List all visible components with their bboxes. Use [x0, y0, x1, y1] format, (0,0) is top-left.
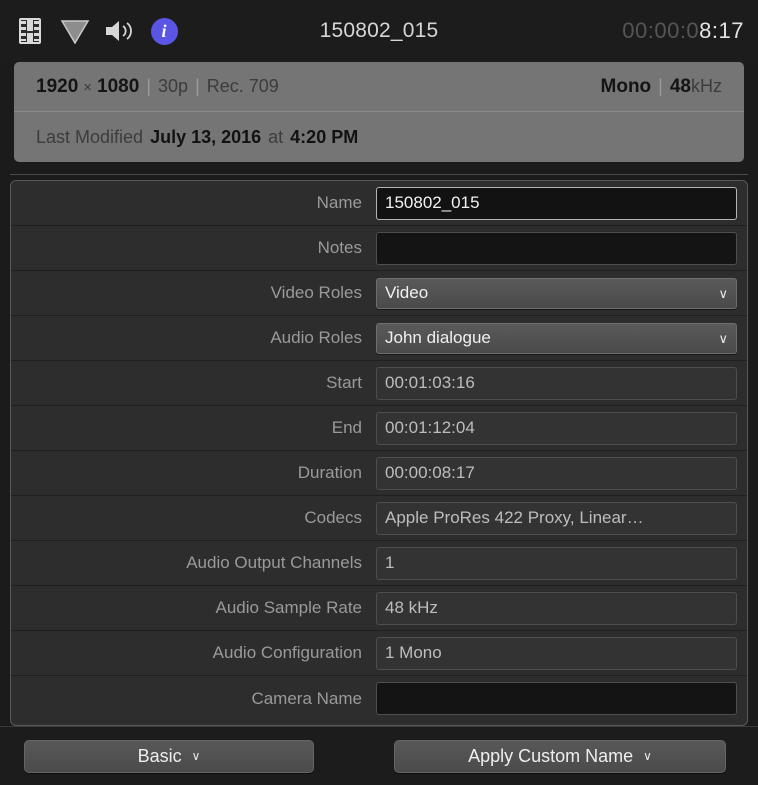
property-value-cell: 48 kHz	[376, 592, 747, 625]
property-row: Start 00:01:03:16	[11, 361, 747, 406]
color-space: Rec. 709	[207, 76, 279, 97]
property-value-cell: Video ∨	[376, 278, 747, 309]
property-row: Codecs Apple ProRes 422 Proxy, Linear…	[11, 496, 747, 541]
property-text-field[interactable]: 00:01:03:16	[376, 367, 737, 400]
audio-channel-config: Mono	[601, 76, 652, 98]
chevron-down-icon: ∨	[643, 749, 652, 763]
property-label: Video Roles	[11, 283, 376, 303]
property-row: Audio Sample Rate 48 kHz	[11, 586, 747, 631]
chevron-down-icon: ∨	[192, 749, 201, 763]
summary-modified-row: Last Modified July 13, 2016 at 4:20 PM	[14, 112, 744, 162]
property-label: Audio Roles	[11, 328, 376, 348]
chevron-down-icon: ∨	[712, 332, 728, 345]
property-row: Audio Output Channels 1	[11, 541, 747, 586]
property-row: Audio Roles John dialogue ∨	[11, 316, 747, 361]
modified-at-label: at	[268, 127, 283, 148]
property-label: End	[11, 418, 376, 438]
property-text-field[interactable]: 48 kHz	[376, 592, 737, 625]
property-text-field[interactable]: Apple ProRes 422 Proxy, Linear…	[376, 502, 737, 535]
sample-rate-number: 48	[670, 76, 691, 98]
summary-format-row: 1920 × 1080 | 30p | Rec. 709 Mono | 48 k…	[14, 62, 744, 112]
property-value: 150802_015	[385, 193, 480, 213]
clip-summary-panel: 1920 × 1080 | 30p | Rec. 709 Mono | 48 k…	[14, 62, 744, 162]
apply-custom-name-label: Apply Custom Name	[468, 746, 633, 767]
property-label: Duration	[11, 463, 376, 483]
property-value: 1 Mono	[385, 643, 442, 663]
film-strip-icon[interactable]	[14, 15, 46, 47]
info-icon[interactable]: i	[151, 18, 178, 45]
frame-rate: 30p	[158, 76, 188, 97]
triangle-filter-icon[interactable]	[60, 18, 90, 44]
summary-divider-1: |	[139, 76, 158, 97]
modified-date: July 13, 2016	[150, 127, 261, 148]
property-value-cell: 00:00:08:17	[376, 457, 747, 490]
property-value-cell	[376, 682, 747, 715]
timecode-value: 8:17	[699, 18, 744, 44]
property-text-field[interactable]: 1	[376, 547, 737, 580]
property-text-field[interactable]	[376, 682, 737, 715]
bottom-toolbar: Basic ∨ Apply Custom Name ∨	[0, 726, 758, 785]
sample-rate-unit: kHz	[691, 76, 722, 97]
panel-divider	[10, 174, 748, 175]
timecode-display: 00:00:08:17	[622, 0, 744, 62]
property-value-cell	[376, 232, 747, 265]
property-text-field[interactable]	[376, 232, 737, 265]
chevron-down-icon: ∨	[712, 287, 728, 300]
property-row: Name 150802_015	[11, 181, 747, 226]
property-label: Audio Configuration	[11, 643, 376, 663]
summary-audio-info: Mono | 48 kHz	[601, 76, 722, 98]
top-toolbar: i 150802_015 00:00:08:17	[0, 0, 758, 62]
property-text-field[interactable]: 150802_015	[376, 187, 737, 220]
property-value: Video	[385, 283, 428, 303]
property-label: Notes	[11, 238, 376, 258]
property-row: Camera Name	[11, 676, 747, 721]
property-popup-button[interactable]: John dialogue ∨	[376, 323, 737, 354]
property-popup-button[interactable]: Video ∨	[376, 278, 737, 309]
resolution-height: 1080	[97, 76, 139, 98]
resolution-width: 1920	[36, 76, 78, 98]
property-value-cell: Apple ProRes 422 Proxy, Linear…	[376, 502, 747, 535]
modified-time: 4:20 PM	[290, 127, 358, 148]
summary-divider-3: |	[651, 76, 670, 97]
timecode-leading-zeros: 00:00:0	[622, 18, 699, 44]
property-label: Camera Name	[11, 689, 376, 709]
view-preset-label: Basic	[138, 746, 182, 767]
property-row: Audio Configuration 1 Mono	[11, 631, 747, 676]
property-value: 00:01:03:16	[385, 373, 475, 393]
property-row: Duration 00:00:08:17	[11, 451, 747, 496]
property-text-field[interactable]: 1 Mono	[376, 637, 737, 670]
property-value: Apple ProRes 422 Proxy, Linear…	[385, 508, 644, 528]
property-value: 00:00:08:17	[385, 463, 475, 483]
property-value-cell: 150802_015	[376, 187, 747, 220]
modified-label: Last Modified	[36, 127, 143, 148]
summary-video-info: 1920 × 1080 | 30p | Rec. 709	[36, 76, 279, 98]
property-value: 48 kHz	[385, 598, 438, 618]
apply-custom-name-button[interactable]: Apply Custom Name ∨	[394, 740, 726, 773]
property-value-cell: 00:01:12:04	[376, 412, 747, 445]
property-value: John dialogue	[385, 328, 491, 348]
property-row: End 00:01:12:04	[11, 406, 747, 451]
property-text-field[interactable]: 00:01:12:04	[376, 412, 737, 445]
summary-divider-2: |	[188, 76, 207, 97]
property-value-cell: 00:01:03:16	[376, 367, 747, 400]
property-label: Audio Output Channels	[11, 553, 376, 573]
property-label: Name	[11, 193, 376, 213]
resolution-separator: ×	[78, 79, 97, 96]
property-value: 00:01:12:04	[385, 418, 475, 438]
property-text-field[interactable]: 00:00:08:17	[376, 457, 737, 490]
inspector-property-list: Name150802_015NotesVideo RolesVideo∨Audi…	[10, 180, 748, 726]
view-preset-button[interactable]: Basic ∨	[24, 740, 314, 773]
info-icon-button[interactable]: i	[148, 15, 180, 47]
property-label: Codecs	[11, 508, 376, 528]
property-row: Video Roles Video ∨	[11, 271, 747, 316]
property-value-cell: John dialogue ∨	[376, 323, 747, 354]
property-label: Audio Sample Rate	[11, 598, 376, 618]
property-value-cell: 1 Mono	[376, 637, 747, 670]
property-value-cell: 1	[376, 547, 747, 580]
media-type-icon-group: i	[14, 15, 180, 47]
speaker-icon[interactable]	[104, 18, 134, 44]
property-row: Notes	[11, 226, 747, 271]
property-label: Start	[11, 373, 376, 393]
property-value: 1	[385, 553, 394, 573]
